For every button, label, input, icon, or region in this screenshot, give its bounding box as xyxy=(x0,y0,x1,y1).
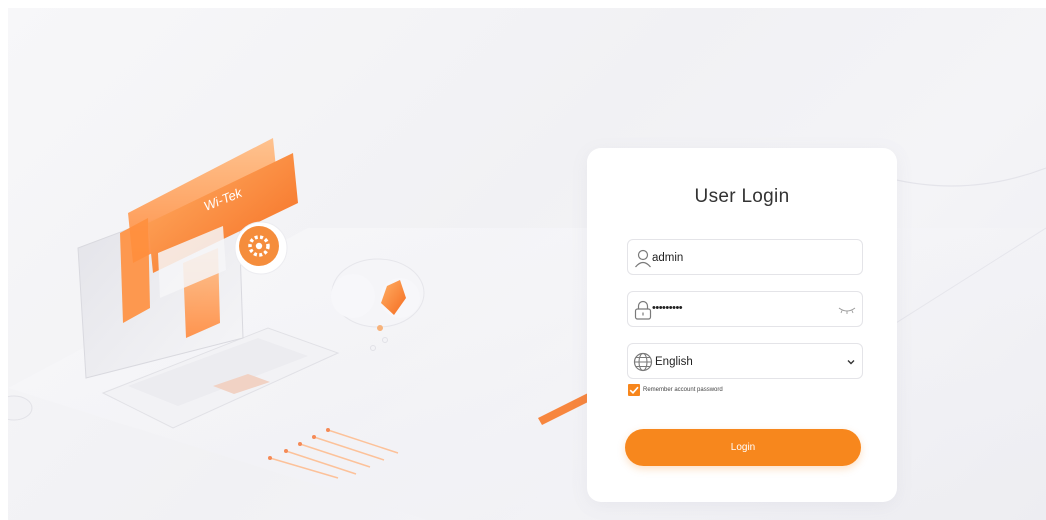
username-field[interactable] xyxy=(627,239,863,276)
globe-icon xyxy=(633,352,653,372)
login-title: User Login xyxy=(694,186,790,207)
remember-password[interactable]: Remember account password xyxy=(628,384,723,396)
login-card: User Login ••••••••• xyxy=(587,148,897,502)
user-icon xyxy=(635,249,651,268)
password-field[interactable]: ••••••••• xyxy=(627,291,863,327)
check-icon xyxy=(629,386,639,394)
chevron-down-icon[interactable] xyxy=(846,357,856,367)
language-select[interactable]: English xyxy=(627,343,863,379)
light-curve xyxy=(887,167,1046,187)
username-input[interactable] xyxy=(652,240,832,276)
login-page: Wi-Tek User Login admin ••••••••• Englis… xyxy=(8,8,1046,520)
lock-icon xyxy=(634,300,652,320)
language-value: English xyxy=(655,356,693,368)
password-input[interactable]: ••••••••• xyxy=(652,290,832,326)
login-button[interactable]: Login xyxy=(625,429,861,466)
remember-checkbox[interactable] xyxy=(628,384,640,396)
eye-closed-icon[interactable] xyxy=(838,304,856,316)
remember-label: Remember account password xyxy=(643,387,723,393)
orange-pane-left xyxy=(120,218,150,323)
left-disc xyxy=(8,395,33,421)
